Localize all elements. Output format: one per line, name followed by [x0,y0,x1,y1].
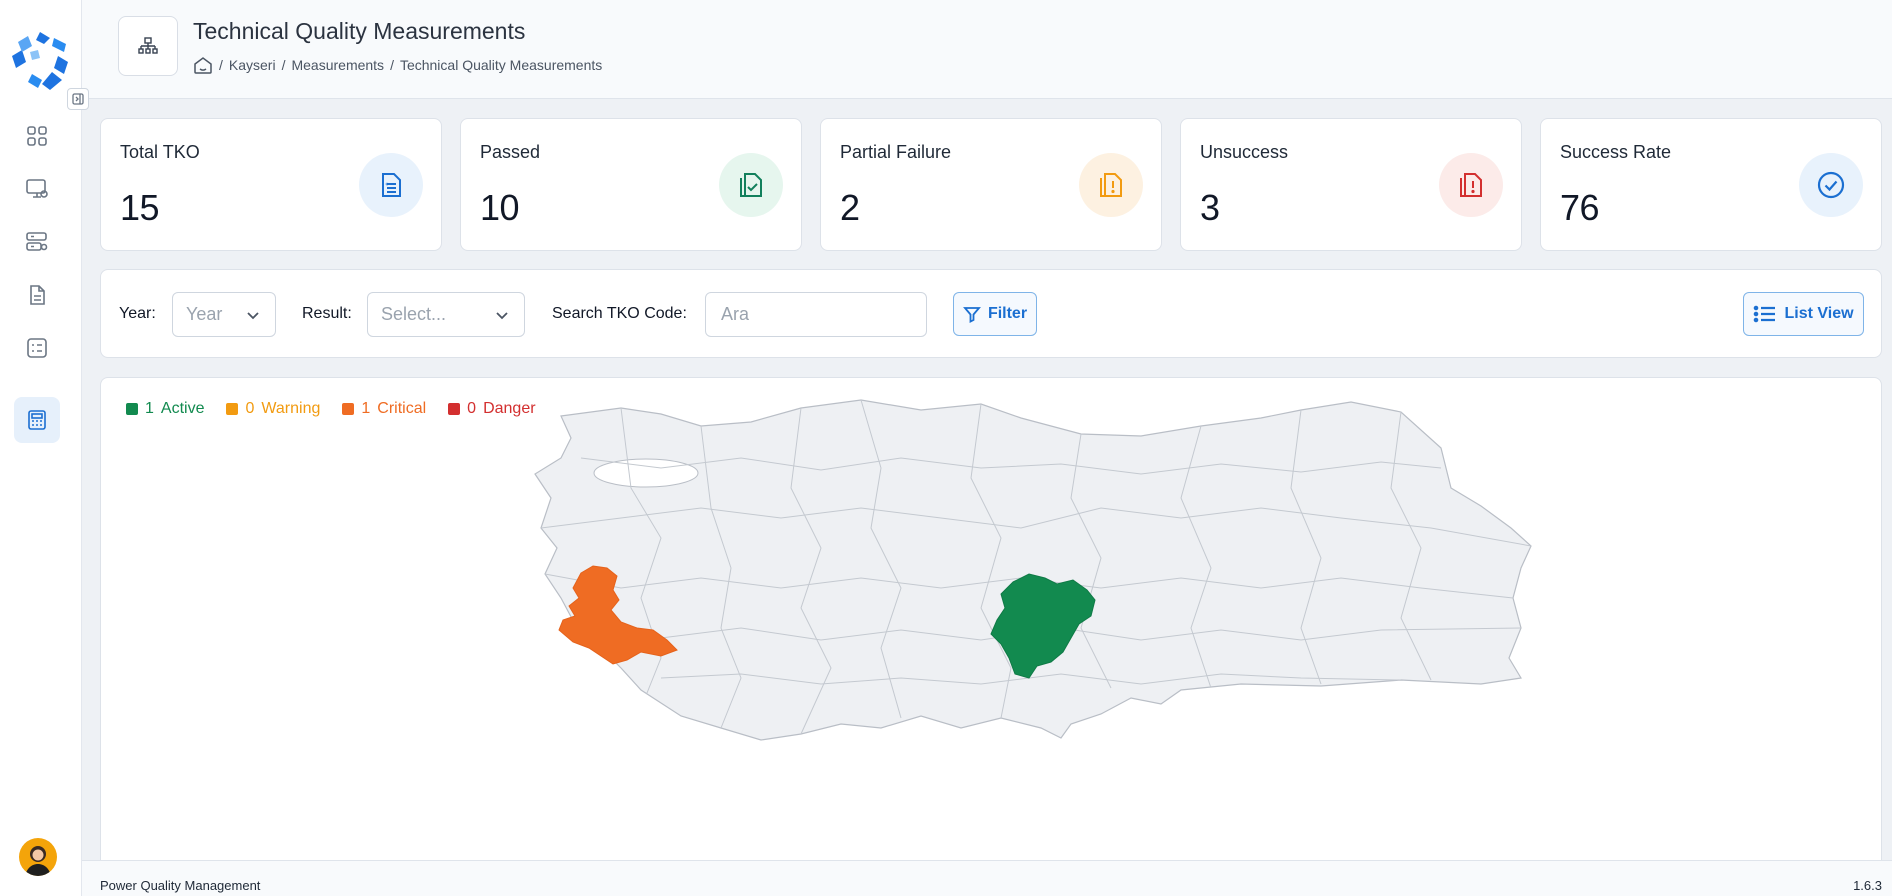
list-card-icon [27,338,47,358]
stat-value: 10 [480,187,520,228]
breadcrumb: / Kayseri / Measurements / Technical Qua… [193,56,602,74]
filter-icon [962,307,981,323]
document-icon [30,285,45,305]
stat-icon-circle [719,153,783,217]
sidebar-collapse-button[interactable] [67,88,89,110]
stat-icon-circle [1079,153,1143,217]
result-select-value: Select... [381,304,447,324]
page-header: Technical Quality Measurements / Kayseri… [82,0,1892,99]
calculator-icon [28,410,46,430]
stat-card-total-tko: Total TKO 15 [100,118,442,251]
stat-value: 15 [120,187,160,228]
document-check-icon [740,173,762,197]
document-list-icon [382,173,401,197]
nav-documents[interactable] [14,272,60,318]
breadcrumb-separator: / [390,57,394,73]
breadcrumb-item-current: Technical Quality Measurements [399,57,603,73]
footer: Power Quality Management 1.6.3 [82,860,1892,896]
nav-server[interactable] [14,219,60,265]
sidebar [0,0,82,896]
stat-icon-circle [1439,153,1503,217]
footer-app-name: Power Quality Management [100,878,261,893]
stat-label: Total TKO [120,142,200,162]
list-icon [1754,305,1776,323]
stat-label: Unsuccess [1200,142,1289,162]
map-base [534,399,1532,741]
home-icon[interactable] [193,56,213,74]
header-icon-box [118,16,178,76]
search-tko-input[interactable] [705,292,927,337]
filter-bar: Year: Year Result: Select... Search TKO … [100,269,1882,358]
turkey-outline [534,399,1532,741]
footer-version: 1.6.3 [1853,878,1882,893]
document-warning-icon [1100,173,1122,197]
year-select[interactable]: Year [172,292,276,337]
search-tko-label: Search TKO Code: [552,305,687,322]
result-select[interactable]: Select... [367,292,525,337]
stat-card-unsuccess: Unsuccess 3 [1180,118,1522,251]
year-label: Year: [119,305,156,322]
avatar-icon [25,846,51,876]
nav-monitor[interactable] [14,166,60,212]
server-settings-icon [26,232,48,251]
dashboard-icon [27,126,47,146]
stat-value: 3 [1200,187,1220,228]
result-label: Result: [302,305,352,322]
stat-label: Success Rate [1560,142,1672,162]
collapse-icon [72,93,84,105]
stat-icon-circle [359,153,423,217]
breadcrumb-separator: / [219,57,223,73]
turkey-map [534,399,1532,741]
list-view-button-label: List View [1784,305,1854,322]
check-circle-icon [1817,171,1845,199]
document-error-icon [1460,173,1482,197]
nav-dashboard[interactable] [14,113,60,159]
stat-card-passed: Passed 10 [460,118,802,251]
page-title: Technical Quality Measurements [193,18,526,44]
stat-label: Partial Failure [840,142,952,162]
filter-button[interactable]: Filter [953,292,1037,336]
stat-card-success-rate: Success Rate 76 [1540,118,1882,251]
year-select-value: Year [186,304,223,324]
list-view-button[interactable]: List View [1743,292,1864,336]
breadcrumb-item-kayseri[interactable]: Kayseri [229,57,276,73]
stat-card-partial-failure: Partial Failure 2 [820,118,1162,251]
monitor-icon [26,179,48,198]
user-avatar[interactable] [19,838,57,876]
app-logo[interactable] [8,28,72,92]
map-panel: 1 Active 0 Warning 1 Critical 0 Danger [100,377,1882,896]
stat-value: 76 [1560,187,1600,228]
stat-icon-circle [1799,153,1863,217]
chevron-down-icon [496,312,508,320]
chevron-down-icon [247,312,259,320]
sitemap-icon [138,37,158,54]
marmara-sea [593,458,699,488]
nav-calculator[interactable] [14,397,60,443]
stat-value: 2 [840,187,860,228]
breadcrumb-separator: / [281,57,286,73]
filter-button-label: Filter [987,305,1028,322]
nav-list[interactable] [14,325,60,371]
stat-label: Passed [480,142,541,162]
breadcrumb-item-measurements[interactable]: Measurements [291,57,384,73]
